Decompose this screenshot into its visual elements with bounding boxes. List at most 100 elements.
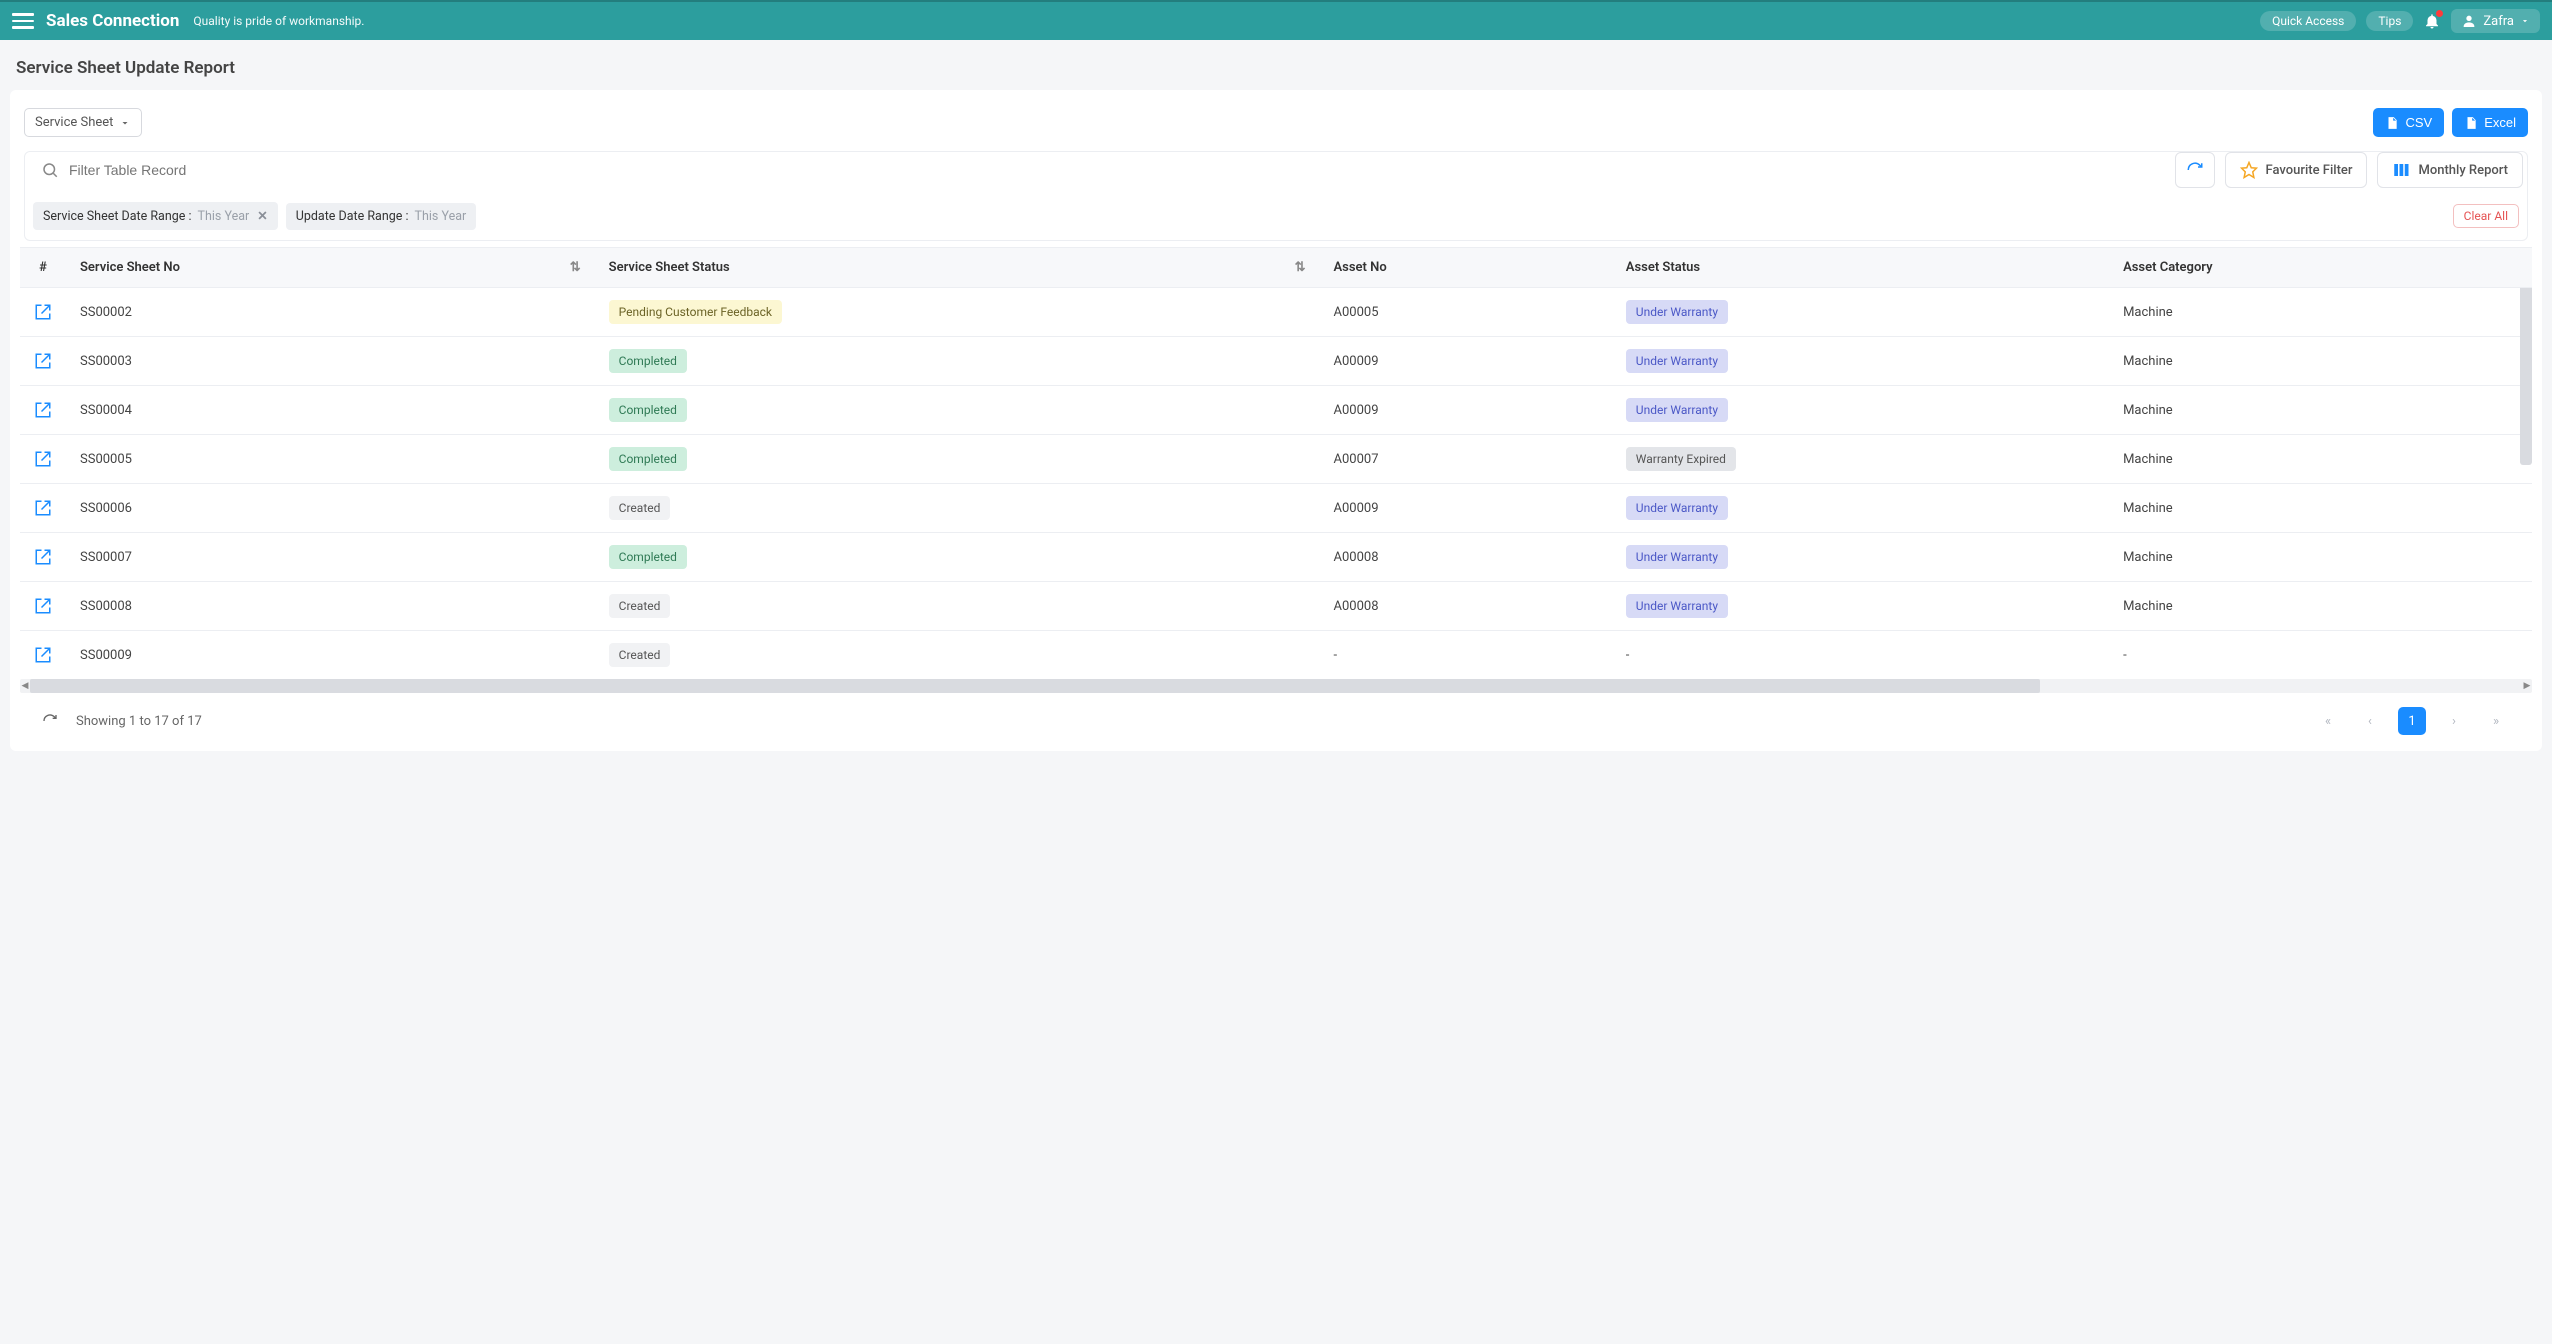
remove-chip-icon[interactable]: ✕ (257, 208, 267, 224)
favourite-filter-button[interactable]: Favourite Filter (2225, 152, 2368, 188)
cell-asset-category: Machine (2109, 337, 2532, 386)
quick-access-button[interactable]: Quick Access (2260, 11, 2356, 31)
showing-text: Showing 1 to 17 of 17 (76, 714, 202, 729)
col-sheet-status[interactable]: Service Sheet Status⇅ (595, 248, 1320, 288)
page-current[interactable]: 1 (2398, 707, 2426, 735)
sheet-status-badge: Completed (609, 545, 687, 569)
export-excel-button[interactable]: Excel (2452, 108, 2528, 137)
sheet-status-badge: Pending Customer Feedback (609, 300, 782, 324)
open-row-icon[interactable] (34, 548, 52, 566)
file-icon (2385, 116, 2399, 130)
export-csv-button[interactable]: CSV (2373, 108, 2444, 137)
col-asset-no: Asset No (1320, 248, 1612, 288)
cell-asset-status: Under Warranty (1612, 533, 2109, 582)
page-first[interactable]: « (2314, 707, 2342, 735)
cell-sheet-no: SS00004 (66, 386, 595, 435)
vertical-scrollbar[interactable] (2520, 285, 2532, 465)
open-row-icon[interactable] (34, 450, 52, 468)
cell-sheet-status: Completed (595, 533, 1320, 582)
page-next[interactable]: › (2440, 707, 2468, 735)
col-sheet-no[interactable]: Service Sheet No⇅ (66, 248, 595, 288)
filter-chip-update-date[interactable]: Update Date Range : This Year (286, 203, 477, 230)
col-num: # (20, 248, 66, 288)
type-dropdown[interactable]: Service Sheet (24, 108, 142, 137)
clear-all-button[interactable]: Clear All (2453, 204, 2519, 228)
monthly-report-button[interactable]: Monthly Report (2377, 152, 2523, 188)
scroll-right-icon[interactable]: ▶ (2520, 679, 2534, 693)
table-row: SS00006CreatedA00009Under WarrantyMachin… (20, 484, 2532, 533)
page-last[interactable]: » (2482, 707, 2510, 735)
cell-asset-status: Under Warranty (1612, 288, 2109, 337)
asset-status-badge: Under Warranty (1626, 545, 1728, 569)
refresh-icon (2186, 161, 2204, 179)
cell-sheet-no: SS00003 (66, 337, 595, 386)
notifications-icon[interactable] (2423, 12, 2441, 30)
type-dropdown-label: Service Sheet (35, 115, 113, 130)
monthly-report-label: Monthly Report (2418, 163, 2508, 178)
cell-asset-status: Under Warranty (1612, 484, 2109, 533)
cell-asset-no: A00008 (1320, 582, 1612, 631)
table-footer: Showing 1 to 17 of 17 « ‹ 1 › » (20, 693, 2532, 741)
table-row: SS00003CompletedA00009Under WarrantyMach… (20, 337, 2532, 386)
search-input[interactable] (69, 162, 2153, 178)
cell-asset-status: Warranty Expired (1612, 435, 2109, 484)
cell-asset-category: Machine (2109, 386, 2532, 435)
tips-button[interactable]: Tips (2366, 11, 2413, 31)
table-row: SS00008CreatedA00008Under WarrantyMachin… (20, 582, 2532, 631)
cell-asset-category: Machine (2109, 288, 2532, 337)
table-row: SS00009Created--- (20, 631, 2532, 677)
cell-asset-no: A00009 (1320, 386, 1612, 435)
open-row-icon[interactable] (34, 401, 52, 419)
open-row-icon[interactable] (34, 499, 52, 517)
notification-dot (2436, 10, 2443, 17)
search-box[interactable] (29, 152, 2165, 188)
chip-label: Update Date Range : (296, 209, 409, 224)
horizontal-scrollbar[interactable]: ◀ ▶ (20, 679, 2532, 693)
excel-label: Excel (2484, 115, 2516, 130)
topbar: Sales Connection Quality is pride of wor… (0, 0, 2552, 40)
scrollbar-thumb[interactable] (30, 679, 2040, 693)
cell-sheet-status: Created (595, 631, 1320, 677)
cell-asset-no: A00005 (1320, 288, 1612, 337)
footer-refresh-icon[interactable] (42, 713, 58, 729)
cell-asset-status: Under Warranty (1612, 386, 2109, 435)
cell-sheet-status: Completed (595, 337, 1320, 386)
col-asset-category: Asset Category (2109, 248, 2532, 288)
col-asset-status: Asset Status (1612, 248, 2109, 288)
cell-sheet-no: SS00009 (66, 631, 595, 677)
report-panel: Service Sheet CSV Excel (10, 90, 2542, 751)
table-container: # Service Sheet No⇅ Service Sheet Status… (20, 247, 2532, 693)
cell-sheet-status: Created (595, 582, 1320, 631)
open-row-icon[interactable] (34, 352, 52, 370)
page-prev[interactable]: ‹ (2356, 707, 2384, 735)
asset-status-badge: Under Warranty (1626, 349, 1728, 373)
cell-asset-status: Under Warranty (1612, 337, 2109, 386)
chevron-down-icon (2520, 16, 2530, 26)
cell-sheet-status: Completed (595, 435, 1320, 484)
cell-asset-category: - (2109, 631, 2532, 677)
report-table: # Service Sheet No⇅ Service Sheet Status… (20, 248, 2532, 677)
cell-asset-no: A00009 (1320, 484, 1612, 533)
filter-chip-sheet-date[interactable]: Service Sheet Date Range : This Year ✕ (33, 202, 278, 230)
cell-asset-category: Machine (2109, 582, 2532, 631)
cell-asset-category: Machine (2109, 435, 2532, 484)
csv-label: CSV (2405, 115, 2432, 130)
columns-icon (2392, 161, 2410, 179)
sort-icon: ⇅ (570, 260, 581, 275)
cell-asset-category: Machine (2109, 533, 2532, 582)
asset-status-badge: Warranty Expired (1626, 447, 1736, 471)
refresh-button[interactable] (2175, 152, 2215, 188)
sheet-status-badge: Created (609, 643, 671, 667)
menu-icon[interactable] (12, 10, 34, 32)
star-icon (2240, 161, 2258, 179)
chevron-down-icon (119, 117, 131, 129)
user-menu[interactable]: Zafra (2451, 9, 2540, 33)
open-row-icon[interactable] (34, 646, 52, 664)
chip-label: Service Sheet Date Range : (43, 209, 192, 224)
open-row-icon[interactable] (34, 597, 52, 615)
cell-asset-no: - (1320, 631, 1612, 677)
open-row-icon[interactable] (34, 303, 52, 321)
file-icon (2464, 116, 2478, 130)
cell-sheet-no: SS00008 (66, 582, 595, 631)
sort-icon: ⇅ (1295, 260, 1306, 275)
